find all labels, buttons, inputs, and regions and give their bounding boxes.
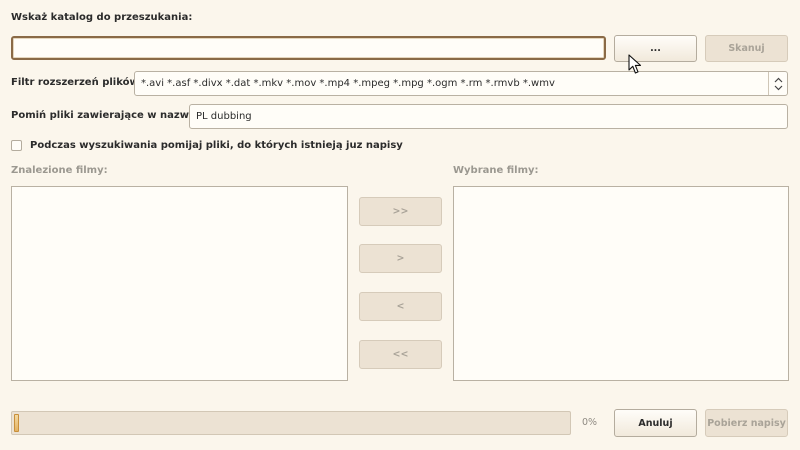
dir-label: Wskaż katalog do przeszukania: xyxy=(11,12,193,23)
skip-subtitled-label: Podczas wyszukiwania pomijaj pliki, do k… xyxy=(30,140,403,151)
browse-button[interactable]: ... xyxy=(614,35,697,62)
selected-movies-list[interactable] xyxy=(453,186,789,381)
filter-value: *.avi *.asf *.divx *.dat *.mkv *.mov *.m… xyxy=(141,78,555,89)
combobox-spinner-icon[interactable] xyxy=(768,72,787,95)
download-subtitles-button[interactable]: Pobierz napisy xyxy=(705,409,788,437)
skip-input[interactable]: PL dubbing xyxy=(189,104,788,129)
cancel-button[interactable]: Anuluj xyxy=(614,409,697,437)
filter-combobox[interactable]: *.avi *.asf *.divx *.dat *.mkv *.mov *.m… xyxy=(134,71,788,96)
add-all-button[interactable]: >> xyxy=(359,197,442,226)
found-movies-list[interactable] xyxy=(11,186,348,381)
progress-bar xyxy=(11,411,571,435)
add-button[interactable]: > xyxy=(359,244,442,273)
remove-all-button[interactable]: << xyxy=(359,340,442,369)
dir-input[interactable] xyxy=(11,36,606,60)
found-movies-label: Znalezione filmy: xyxy=(11,165,108,176)
mouse-cursor-icon xyxy=(628,54,642,74)
scan-button[interactable]: Skanuj xyxy=(705,35,788,62)
selected-movies-label: Wybrane filmy: xyxy=(453,165,539,176)
progress-percent: 0% xyxy=(582,417,598,428)
filter-label: Filtr rozszerzeń plików: xyxy=(11,77,143,88)
skip-subtitled-checkbox[interactable] xyxy=(11,140,22,151)
remove-button[interactable]: < xyxy=(359,292,442,321)
progress-fill xyxy=(14,414,19,432)
skip-label: Pomiń pliki zawierające w nazwie: xyxy=(11,110,204,121)
